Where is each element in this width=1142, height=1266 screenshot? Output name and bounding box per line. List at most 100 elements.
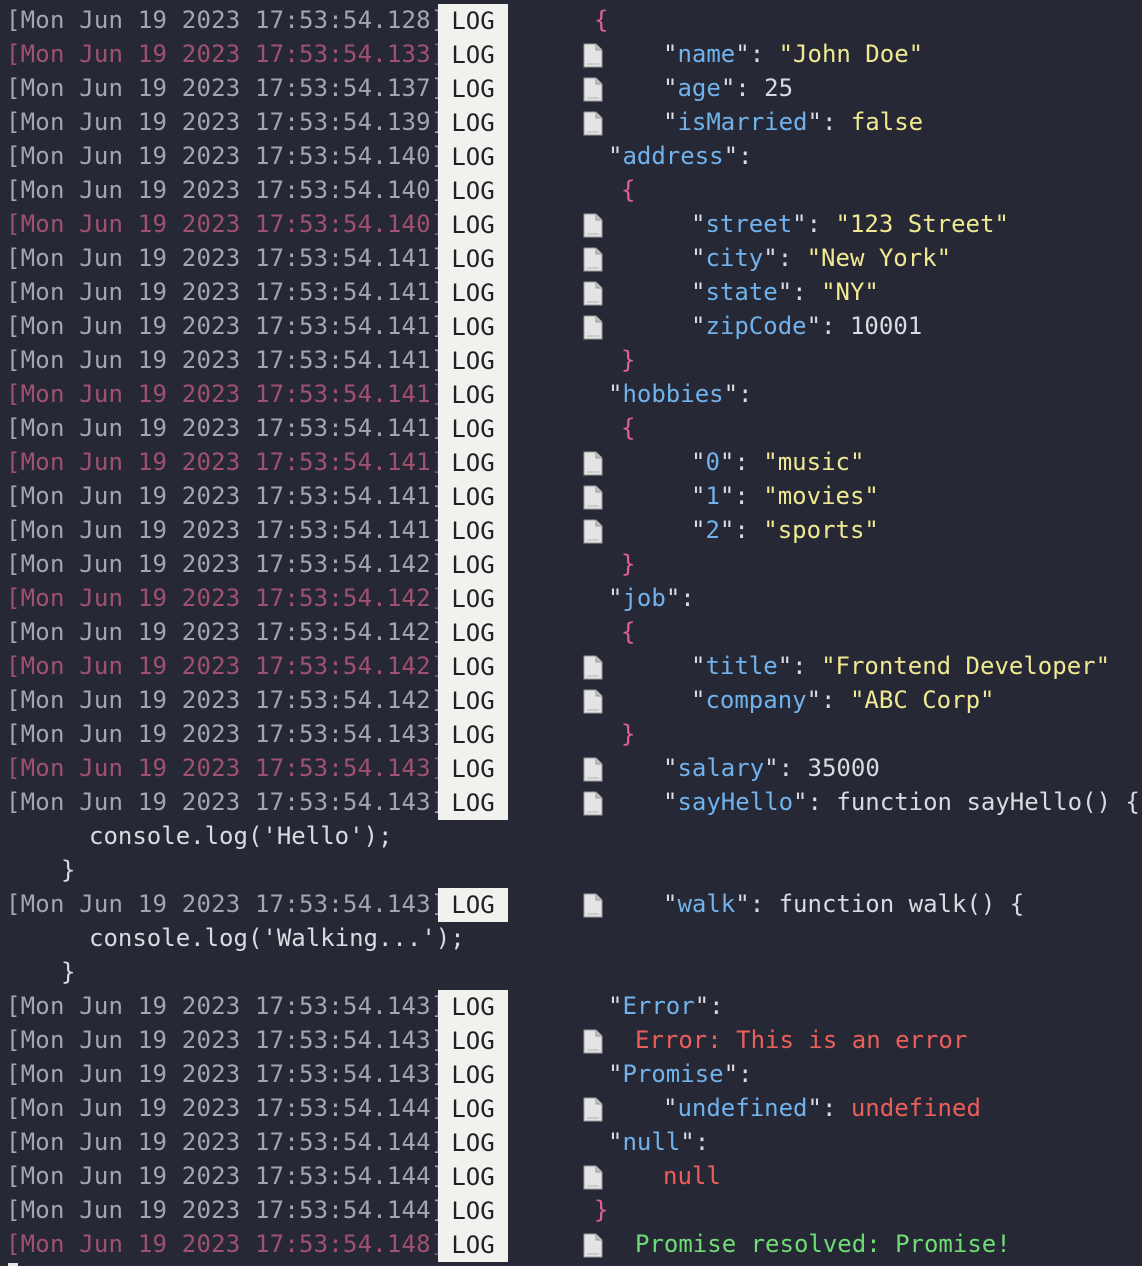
- log-line: [Mon Jun 19 2023 17:53:54.133] LOG "name":…: [0, 38, 1142, 72]
- log-message-token: ":: [807, 108, 851, 136]
- log-message-token: ": [691, 516, 706, 544]
- log-level-badge: LOG: [438, 38, 508, 72]
- continuation-text: }: [61, 958, 76, 986]
- document-icon: [583, 791, 603, 816]
- log-message: "street": "123 Street": [691, 210, 1009, 238]
- document-icon: [583, 315, 603, 340]
- log-message: }: [621, 550, 635, 578]
- log-message: }: [594, 1196, 608, 1224]
- log-line: [Mon Jun 19 2023 17:53:54.141] LOG {: [0, 412, 1142, 446]
- log-message: "null":: [608, 1128, 709, 1156]
- log-level-badge: LOG: [438, 446, 508, 480]
- log-line: [Mon Jun 19 2023 17:53:54.140] LOG "addres…: [0, 140, 1142, 174]
- log-timestamp: [Mon Jun 19 2023 17:53:54.141]: [6, 244, 446, 272]
- log-message-token: sayHello: [677, 788, 794, 816]
- log-level-badge: LOG: [438, 786, 508, 820]
- log-level-badge: LOG: [438, 1024, 508, 1058]
- log-message-token: ":: [720, 74, 765, 102]
- log-message-token: ": [691, 210, 706, 238]
- log-message-token: Error: [622, 992, 695, 1020]
- log-message-token: walk: [677, 890, 736, 918]
- log-message-token: ": [691, 482, 706, 510]
- log-timestamp: [Mon Jun 19 2023 17:53:54.142]: [6, 584, 446, 612]
- log-message-token: "New York": [806, 244, 952, 272]
- continuation-text: console.log('Walking...');: [89, 924, 465, 952]
- log-message-token: hobbies: [622, 380, 724, 408]
- log-message-token: ":: [792, 210, 836, 238]
- log-timestamp: [Mon Jun 19 2023 17:53:54.148]: [6, 1230, 446, 1258]
- log-level-badge: LOG: [438, 990, 508, 1024]
- log-line: [Mon Jun 19 2023 17:53:54.142] LOG "compan…: [0, 684, 1142, 718]
- log-timestamp: [Mon Jun 19 2023 17:53:54.144]: [6, 1162, 446, 1190]
- log-timestamp: [Mon Jun 19 2023 17:53:54.133]: [6, 40, 446, 68]
- log-message-token: ":: [777, 278, 822, 306]
- log-line: [Mon Jun 19 2023 17:53:54.141] LOG "0": "m…: [0, 446, 1142, 480]
- log-message-token: "ABC Corp": [849, 686, 995, 714]
- log-level-badge: LOG: [438, 684, 508, 718]
- log-message-token: age: [677, 74, 721, 102]
- log-timestamp: [Mon Jun 19 2023 17:53:54.140]: [6, 142, 446, 170]
- log-level-badge: LOG: [438, 514, 508, 548]
- log-line: [Mon Jun 19 2023 17:53:54.141] LOG "1": "m…: [0, 480, 1142, 514]
- log-message-token: ": [691, 686, 706, 714]
- log-message: "state": "NY": [691, 278, 879, 306]
- log-message-token: ":: [719, 482, 764, 510]
- log-message: "sayHello": function sayHello() {: [663, 788, 1140, 816]
- log-message-token: "NY": [821, 278, 879, 306]
- log-message: "2": "sports": [691, 516, 879, 544]
- log-message-token: "123 Street": [835, 210, 1009, 238]
- log-message-token: "John Doe": [778, 40, 924, 68]
- log-message: "city": "New York": [691, 244, 951, 272]
- log-message-token: city: [705, 244, 764, 272]
- log-line: [Mon Jun 19 2023 17:53:54.142] LOG "job":: [0, 582, 1142, 616]
- log-message: null: [663, 1162, 721, 1190]
- log-message-token: ":: [806, 312, 850, 340]
- log-message-token: ": [663, 1094, 678, 1122]
- log-timestamp: [Mon Jun 19 2023 17:53:54.143]: [6, 1026, 446, 1054]
- log-message: "company": "ABC Corp": [691, 686, 994, 714]
- log-message-token: ": [663, 788, 678, 816]
- log-message-token: {: [621, 414, 636, 442]
- log-message-token: ": [608, 1128, 623, 1156]
- log-message-token: 2: [705, 516, 720, 544]
- log-level-badge: LOG: [438, 106, 508, 140]
- log-level-badge: LOG: [438, 752, 508, 786]
- document-icon: [583, 1233, 603, 1258]
- log-line: [Mon Jun 19 2023 17:53:54.137] LOG "age": …: [0, 72, 1142, 106]
- log-message-token: ":: [777, 652, 822, 680]
- log-message-token: ":: [680, 1128, 710, 1156]
- log-message: "title": "Frontend Developer": [691, 652, 1110, 680]
- log-message-token: ": [608, 142, 623, 170]
- log-message-token: Error: This is an error: [635, 1026, 968, 1054]
- document-icon: [583, 451, 603, 476]
- log-message-token: false: [850, 108, 924, 136]
- log-message-token: ":: [665, 584, 695, 612]
- log-message: }: [621, 720, 635, 748]
- log-message-token: 10001: [849, 312, 923, 340]
- log-level-badge: LOG: [438, 378, 508, 412]
- log-message-token: undefined: [850, 1094, 981, 1122]
- document-icon: [583, 43, 603, 68]
- log-message-token: {: [621, 176, 636, 204]
- log-level-badge: LOG: [438, 242, 508, 276]
- log-message: "0": "music": [691, 448, 864, 476]
- log-timestamp: [Mon Jun 19 2023 17:53:54.128]: [6, 6, 446, 34]
- document-icon: [583, 281, 603, 306]
- log-message-token: null: [663, 1162, 721, 1190]
- log-message-token: "music": [763, 448, 865, 476]
- log-message-token: salary: [677, 754, 765, 782]
- log-timestamp: [Mon Jun 19 2023 17:53:54.144]: [6, 1128, 446, 1156]
- log-timestamp: [Mon Jun 19 2023 17:53:54.142]: [6, 550, 446, 578]
- log-level-badge: LOG: [438, 72, 508, 106]
- log-message-token: name: [677, 40, 736, 68]
- log-message-token: ": [608, 380, 623, 408]
- log-level-badge: LOG: [438, 4, 508, 38]
- document-icon: [583, 1097, 603, 1122]
- log-message-token: ": [608, 1060, 623, 1088]
- log-level-badge: LOG: [438, 174, 508, 208]
- log-message: "walk": function walk() {: [663, 890, 1024, 918]
- log-message-token: job: [622, 584, 666, 612]
- log-line: [Mon Jun 19 2023 17:53:54.141] LOG "zipCod…: [0, 310, 1142, 344]
- log-timestamp: [Mon Jun 19 2023 17:53:54.142]: [6, 686, 446, 714]
- log-message-token: ": [663, 108, 678, 136]
